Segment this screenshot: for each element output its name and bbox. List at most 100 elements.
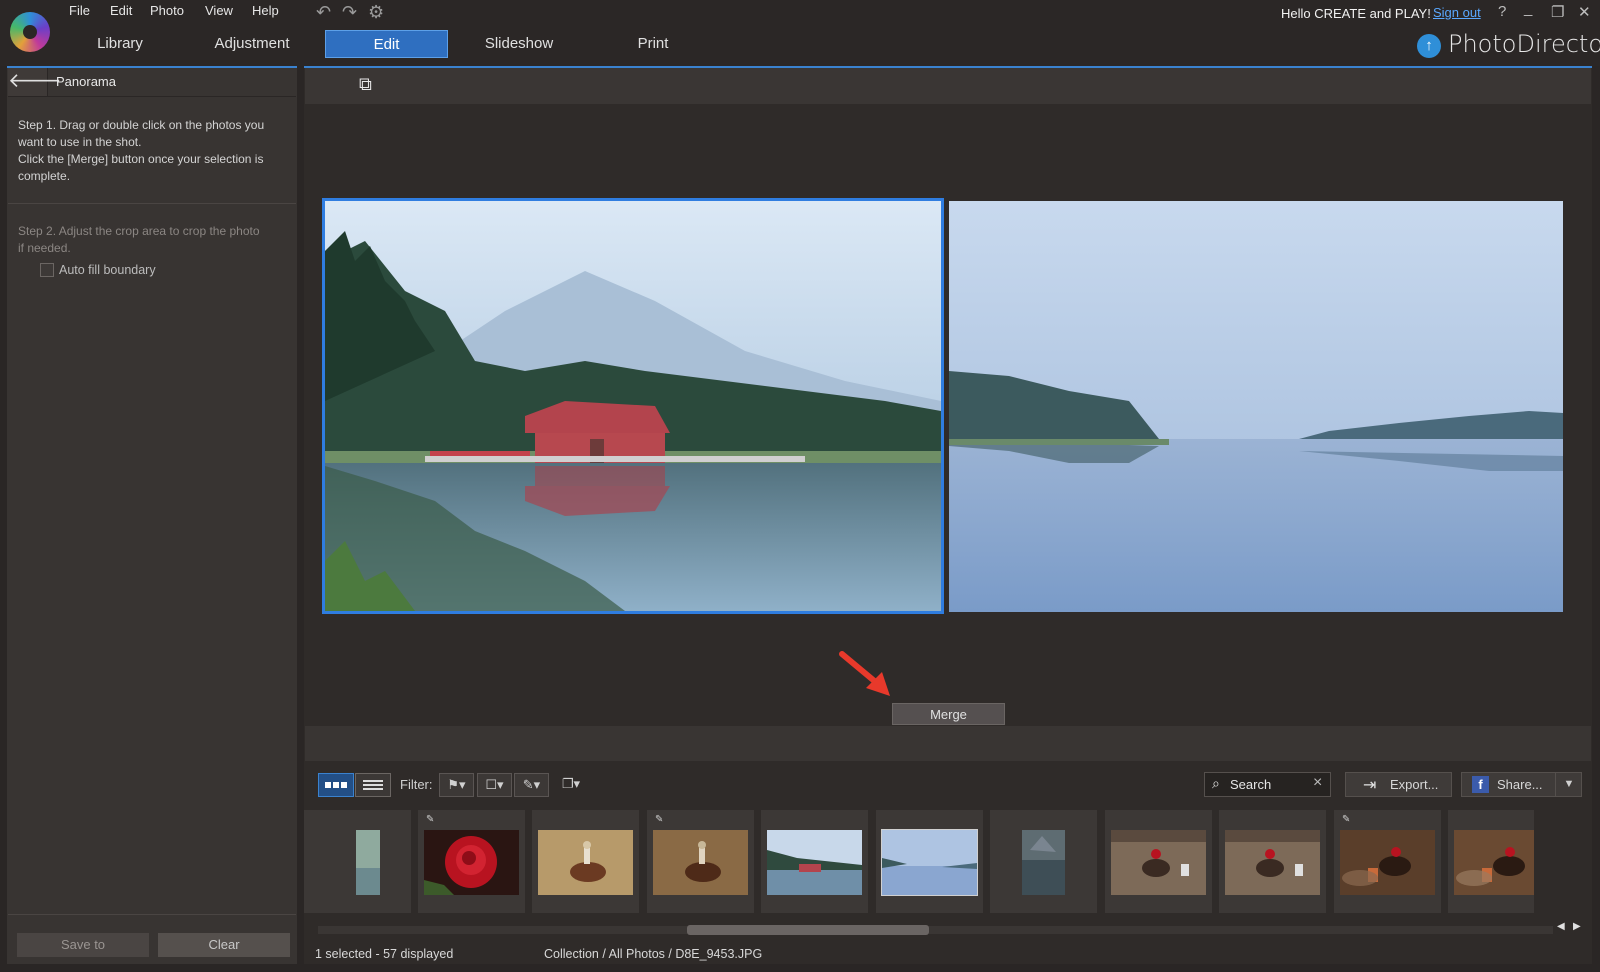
thumbnail[interactable] [990,810,1097,913]
color-label-filter-dropdown[interactable]: ☐▾ [477,773,512,797]
misty-lake-photo-image [949,201,1563,612]
divider [8,203,296,204]
filmstrip-scrollbar-thumb[interactable] [687,925,929,935]
pencil-icon: ✎▾ [523,777,540,792]
filmstrip-view-icon [319,774,353,796]
redo-icon[interactable]: ↷ [342,2,357,23]
thumbnail[interactable]: ✎ [418,810,525,913]
flag-icon: ⚑▾ [447,777,465,792]
edited-filter-dropdown[interactable]: ✎▾ [514,773,549,797]
thumbnail[interactable]: ✎ [647,810,754,913]
search-placeholder: Search [1230,777,1271,792]
stack-icon: ❐▾ [562,776,580,791]
share-dropdown-chevron-icon[interactable]: ▼ [1555,772,1582,797]
thumbnail-image [882,830,977,895]
edited-pencil-icon: ✎ [1342,814,1350,825]
step1-line: Step 1. Drag or double click on the phot… [18,117,288,134]
misty-lake-thumb [882,830,977,895]
upgrade-arrow-icon[interactable]: ↑ [1417,34,1441,58]
panorama-photo-misty-lake[interactable] [949,201,1563,612]
auto-fill-label: Auto fill boundary [59,263,156,277]
rodeo-thumb [538,830,633,895]
filmstrip-scrollbar[interactable] [318,926,1553,934]
list-view-icon [356,774,390,796]
share-label: Share... [1497,777,1543,792]
partial-lake-thumb [356,830,380,895]
search-icon: ⌕ [1212,775,1220,792]
panorama-panel [7,66,297,964]
divider [8,96,296,97]
minimize-button[interactable]: _ [1524,0,1532,17]
merge-button[interactable]: Merge [892,703,1005,725]
undo-icon[interactable]: ↶ [316,2,331,23]
thumbnail[interactable] [304,810,411,913]
thumbnail[interactable] [761,810,868,913]
compare-view-icon[interactable]: ⧉ [359,74,372,95]
stack-filter-dropdown[interactable]: ❐▾ [556,773,586,797]
thumbnail[interactable]: ✎ [1334,810,1441,913]
selection-status: 1 selected - 57 displayed [315,947,453,961]
filter-label: Filter: [400,777,433,792]
thumbnail-image [1022,830,1065,895]
breadcrumb: Collection / All Photos / D8E_9453.JPG [544,947,762,961]
settings-gear-icon[interactable]: ⚙ [368,2,384,23]
tab-edit[interactable]: Edit [325,30,448,58]
sign-out-link[interactable]: Sign out [1433,5,1481,20]
menu-help[interactable]: Help [252,3,279,18]
tab-slideshow[interactable]: Slideshow [468,30,570,58]
export-label: Export... [1390,777,1438,792]
editor-bottom-bar [305,726,1591,761]
brand-name: PhotoDirector [1448,30,1600,58]
thumbnail[interactable] [1105,810,1212,913]
thumbnail[interactable] [876,810,983,913]
auto-fill-checkbox[interactable] [40,263,54,277]
barrel-racing-thumb [1111,830,1206,895]
tab-print[interactable]: Print [605,30,701,58]
barrel-racing-dust-thumb [1454,830,1534,895]
menu-view[interactable]: View [205,3,233,18]
tab-adjustment[interactable]: Adjustment [196,30,308,58]
red-rose-thumb [424,830,519,895]
boathouse-photo-image [325,201,941,611]
thumbnail[interactable] [1448,810,1534,913]
menu-edit[interactable]: Edit [110,3,132,18]
thumbnail-image [1225,830,1320,895]
thumbnail-image [1111,830,1206,895]
menu-photo[interactable]: Photo [150,3,184,18]
rodeo-thumb [653,830,748,895]
thumbnail-image [653,830,748,895]
divider [8,914,296,915]
step1-line: want to use in the shot. [18,134,288,151]
tab-library[interactable]: Library [76,30,164,58]
step2-line: Step 2. Adjust the crop area to crop the… [18,223,288,240]
clear-search-icon[interactable]: × [1313,774,1322,792]
square-icon: ☐▾ [485,777,503,792]
thumbnail[interactable] [1219,810,1326,913]
menu-file[interactable]: File [69,3,90,18]
clear-button[interactable]: Clear [158,933,290,957]
step1-instructions: Step 1. Drag or double click on the phot… [18,117,288,185]
panel-title: Panorama [56,74,116,89]
back-arrow-icon[interactable]: 🡐 [8,68,48,96]
portrait-lake-thumb [1022,830,1065,895]
scroll-right-arrow-icon[interactable]: ▶ [1573,921,1581,932]
restore-button[interactable]: ❐ [1551,3,1564,21]
edited-pencil-icon: ✎ [655,814,663,825]
flag-filter-dropdown[interactable]: ⚑▾ [439,773,474,797]
close-button[interactable]: ✕ [1578,3,1591,21]
scroll-left-arrow-icon[interactable]: ◀ [1557,921,1565,932]
thumbnail[interactable] [532,810,639,913]
filmstrip-view-button[interactable] [318,773,354,797]
thumbnail-image [767,830,862,895]
help-button[interactable]: ? [1498,3,1506,20]
step2-instructions: Step 2. Adjust the crop area to crop the… [18,223,288,257]
save-to-button[interactable]: Save to [17,933,149,957]
step1-line: complete. [18,168,288,185]
panorama-photo-boathouse[interactable] [322,198,944,614]
greeting-text: Hello CREATE and PLAY! [1281,6,1431,21]
list-view-button[interactable] [355,773,391,797]
barrel-racing-dust-thumb [1340,830,1435,895]
thumbnail-image [356,830,380,895]
export-icon: ⇥ [1363,775,1376,795]
step2-line: if needed. [18,240,288,257]
